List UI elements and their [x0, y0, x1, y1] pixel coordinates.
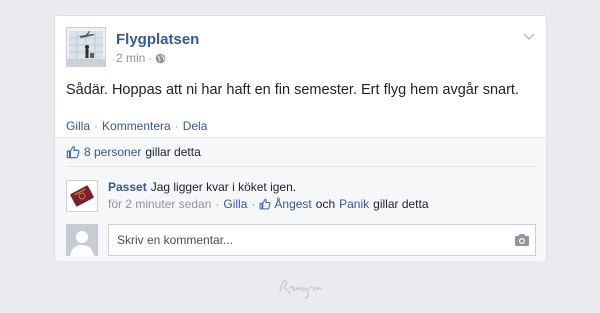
reply-composer — [66, 224, 536, 258]
post-header: Flygplatsen 2 min · — [66, 27, 536, 71]
globe-icon[interactable] — [155, 53, 166, 64]
comment-liker-1[interactable]: Ångest — [274, 197, 311, 211]
thumbs-up-icon — [260, 198, 271, 210]
camera-icon[interactable] — [514, 233, 530, 247]
comment-item: Passet Jag ligger kvar i köket igen. för … — [66, 174, 536, 214]
meta-separator: · — [148, 51, 153, 65]
comment-body: Passet Jag ligger kvar i köket igen. — [108, 180, 296, 194]
like-link[interactable]: Gilla — [66, 119, 90, 133]
comment-like-link[interactable]: Gilla — [223, 197, 247, 211]
avatar[interactable] — [66, 224, 98, 256]
chevron-down-icon[interactable] — [522, 29, 536, 43]
post-meta: 2 min · — [116, 51, 166, 65]
comment-meta: för 2 minuter sedan · Gilla · Ångest och… — [108, 197, 433, 211]
likers-link[interactable]: 8 personer — [84, 145, 141, 159]
comment-author[interactable]: Passet — [108, 180, 147, 194]
post-timestamp[interactable]: 2 min — [116, 51, 145, 65]
likes-summary: 8 personer gillar detta — [66, 138, 536, 167]
comment-likers-conjunction: och — [315, 197, 336, 211]
action-separator: · — [94, 119, 99, 133]
post-text: Sådär. Hoppas att ni har haft en fin sem… — [66, 82, 519, 98]
comment-avatar[interactable] — [66, 180, 98, 212]
comment-timestamp[interactable]: för 2 minuter sedan — [108, 197, 211, 211]
passport-image — [67, 181, 97, 211]
comment-separator: · — [215, 197, 220, 211]
feedback-section: 8 personer gillar detta Passet Jag ligger… — [55, 137, 546, 261]
comment-separator: · — [251, 197, 256, 211]
default-user-icon — [66, 224, 98, 256]
comment-liker-2[interactable]: Panik — [339, 197, 369, 211]
airport-photo — [67, 28, 105, 66]
action-separator: · — [174, 119, 179, 133]
signature-logo — [279, 280, 322, 299]
page-avatar[interactable] — [66, 27, 106, 67]
likes-suffix: gillar detta — [145, 145, 201, 159]
post-card: Flygplatsen 2 min · Sådär. Hoppas att ni… — [54, 15, 547, 261]
comment-likes-suffix: gillar detta — [373, 197, 429, 211]
comment-input[interactable] — [108, 224, 536, 256]
comment-text: Jag ligger kvar i köket igen. — [150, 180, 297, 194]
share-link[interactable]: Dela — [183, 119, 208, 133]
post-actions: Gilla · Kommentera · Dela — [66, 119, 207, 133]
thumbs-up-icon — [66, 146, 80, 159]
comment-link[interactable]: Kommentera — [102, 119, 171, 133]
page-name[interactable]: Flygplatsen — [116, 31, 199, 48]
